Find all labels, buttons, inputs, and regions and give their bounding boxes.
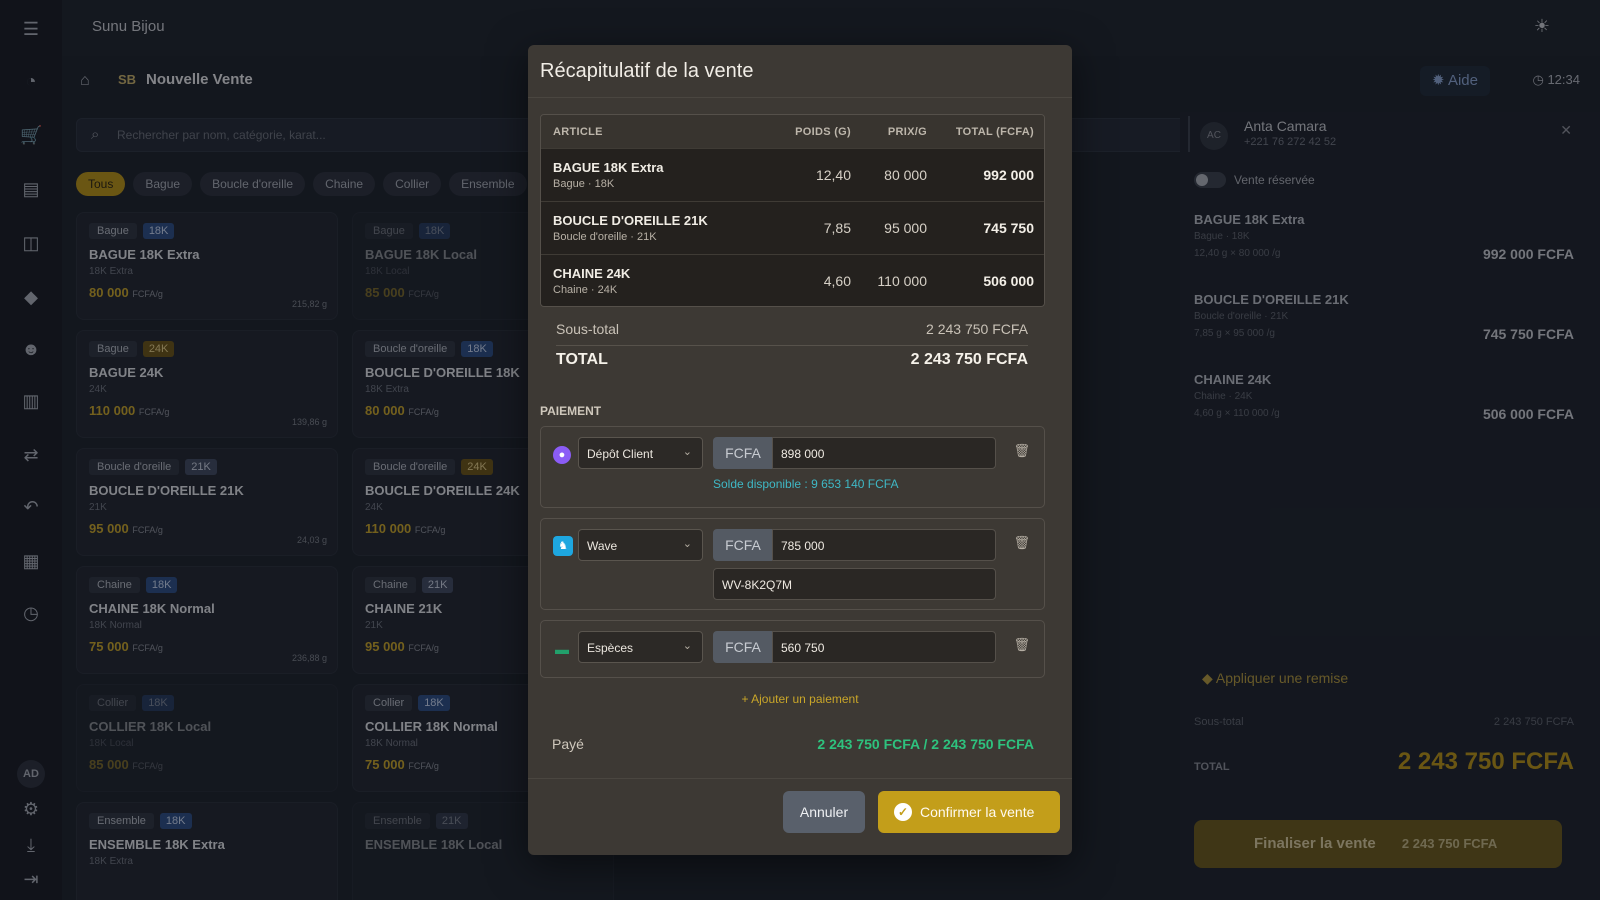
column-header: PRIX/G: [887, 125, 927, 138]
row-weight: 12,40: [815, 167, 851, 183]
subtotal-label: Sous-total: [556, 321, 620, 337]
row-name: BAGUE 18K Extra: [553, 160, 664, 175]
row-price: 80 000: [884, 167, 927, 183]
table-row: BAGUE 18K Extra Bague · 18K 12,40 80 000 …: [541, 148, 1044, 201]
trash-icon[interactable]: 🗑: [1013, 443, 1030, 459]
user-icon: ●: [553, 446, 571, 464]
plus-icon: +: [741, 692, 749, 706]
table-row: CHAINE 24K Chaine · 24K 4,60 110 000 506 …: [541, 254, 1044, 306]
row-price: 110 000: [877, 273, 927, 289]
check-circle-icon: ✓: [894, 803, 912, 821]
subtotal-value: 2 243 750 FCFA: [926, 321, 1028, 337]
available-balance: Solde disponible : 9 653 140 FCFA: [713, 477, 899, 491]
payment-method-value: Espèces: [587, 641, 634, 655]
payment-amount-input[interactable]: 560 750: [772, 631, 996, 663]
items-table: ARTICLE POIDS (G) PRIX/G TOTAL (FCFA) BA…: [540, 114, 1045, 307]
payment-reference-input[interactable]: WV-8K2Q7M: [713, 568, 996, 600]
currency-label: FCFA: [713, 437, 773, 469]
payment-method-value: Wave: [587, 539, 618, 553]
wave-icon: ♞: [553, 536, 573, 556]
row-weight: 7,85: [823, 220, 851, 236]
row-total: 506 000: [983, 273, 1034, 289]
confirm-sale-button[interactable]: ✓ Confirmer la vente: [878, 791, 1060, 833]
trash-icon[interactable]: 🗑: [1013, 637, 1030, 653]
chevron-down-icon: ⌄: [682, 640, 692, 652]
row-sub: Bague · 18K: [553, 178, 615, 190]
total-value: 2 243 750 FCFA: [910, 351, 1028, 368]
paid-value: 2 243 750 FCFA / 2 243 750 FCFA: [817, 736, 1034, 752]
payment-amount-input[interactable]: 785 000: [772, 529, 996, 561]
payment-method-select[interactable]: Dépôt Client ⌄: [578, 437, 703, 469]
row-weight: 4,60: [823, 273, 851, 289]
table-row: BOUCLE D'OREILLE 21K Boucle d'oreille · 2…: [541, 201, 1044, 254]
sale-summary-dialog: Récapitulatif de la vente ARTICLE POIDS …: [528, 45, 1072, 855]
row-sub: Chaine · 24K: [553, 284, 618, 296]
row-sub: Boucle d'oreille · 21K: [553, 231, 657, 243]
chevron-down-icon: ⌄: [682, 538, 692, 550]
cancel-button[interactable]: Annuler: [783, 791, 865, 833]
row-total: 992 000: [983, 167, 1034, 183]
payment-line: ♞ Wave ⌄ FCFA 785 000 🗑 WV-8K2Q7M: [540, 518, 1045, 610]
dialog-footer: Annuler ✓ Confirmer la vente: [528, 778, 1072, 855]
row-price: 95 000: [884, 220, 927, 236]
chevron-down-icon: ⌄: [682, 446, 692, 458]
add-payment-button[interactable]: + Ajouter un paiement: [528, 692, 1072, 706]
payment-line: ● Dépôt Client ⌄ FCFA 898 000 🗑 Solde di…: [540, 426, 1045, 508]
currency-label: FCFA: [713, 529, 773, 561]
dialog-title: Récapitulatif de la vente: [540, 60, 754, 82]
column-header: TOTAL (FCFA): [955, 125, 1034, 138]
divider: [556, 345, 1028, 346]
total-label: TOTAL: [556, 351, 608, 368]
payment-method-select[interactable]: Espèces ⌄: [578, 631, 703, 663]
payment-method-value: Dépôt Client: [587, 447, 654, 461]
table-header: ARTICLE POIDS (G) PRIX/G TOTAL (FCFA): [541, 115, 1044, 148]
trash-icon[interactable]: 🗑: [1013, 535, 1030, 551]
column-header: ARTICLE: [553, 125, 603, 138]
column-header: POIDS (G): [795, 125, 851, 138]
cash-icon: ▬: [555, 641, 569, 657]
dialog-header: Récapitulatif de la vente: [528, 45, 1072, 98]
add-payment-label: Ajouter un paiement: [751, 692, 859, 706]
payment-method-select[interactable]: Wave ⌄: [578, 529, 703, 561]
currency-label: FCFA: [713, 631, 773, 663]
row-name: BOUCLE D'OREILLE 21K: [553, 213, 708, 228]
row-total: 745 750: [983, 220, 1034, 236]
paid-label: Payé: [552, 736, 584, 752]
confirm-label: Confirmer la vente: [920, 804, 1035, 820]
payment-line: ▬ Espèces ⌄ FCFA 560 750 🗑: [540, 620, 1045, 678]
dialog-body: ARTICLE POIDS (G) PRIX/G TOTAL (FCFA) BA…: [528, 98, 1072, 778]
row-name: CHAINE 24K: [553, 266, 631, 281]
payment-amount-input[interactable]: 898 000: [772, 437, 996, 469]
payment-section-label: PAIEMENT: [540, 404, 602, 418]
